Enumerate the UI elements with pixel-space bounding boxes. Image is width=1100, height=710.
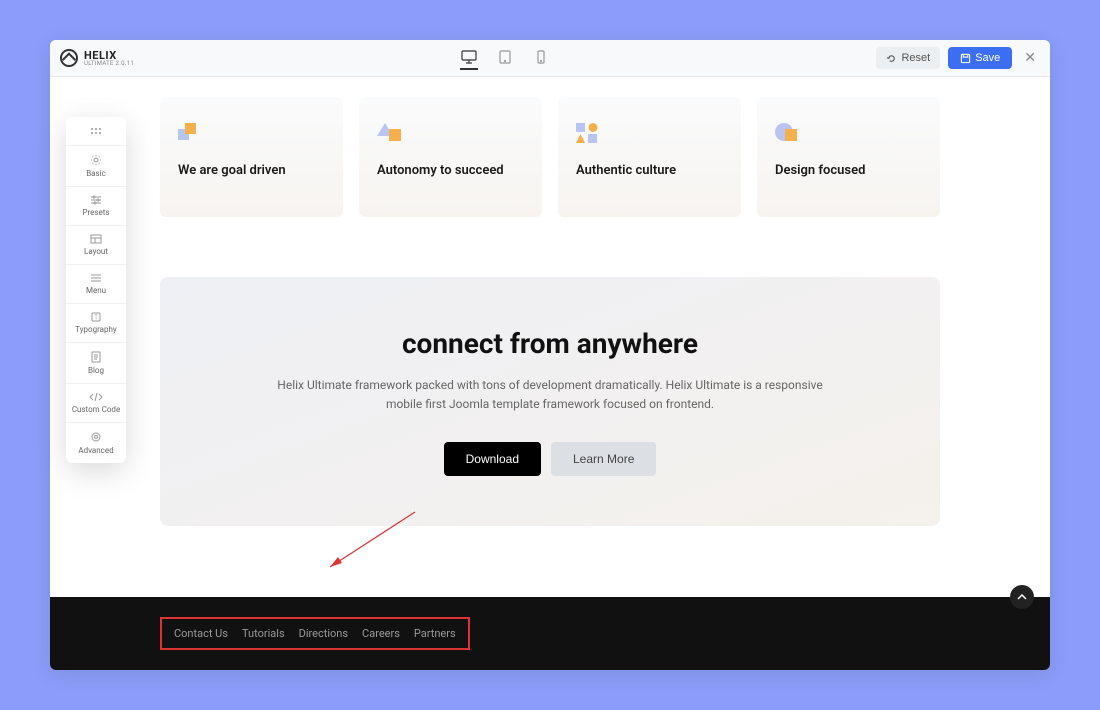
code-icon: [89, 392, 103, 402]
sidebar-item-custom-code[interactable]: Custom Code: [66, 384, 126, 423]
sidebar-item-basic[interactable]: Basic: [66, 146, 126, 187]
action-buttons: Reset Save ✕: [876, 47, 1040, 69]
sidebar: Basic Presets Layout Menu: [66, 117, 126, 463]
footer-links: Contact Us Tutorials Directions Careers …: [160, 617, 470, 650]
logo: HELIX ULTIMATE 2.0.11: [60, 49, 134, 67]
topbar: HELIX ULTIMATE 2.0.11 Reset Save: [50, 40, 1050, 77]
sidebar-item-drag[interactable]: [66, 117, 126, 146]
sidebar-item-advanced[interactable]: Advanced: [66, 423, 126, 463]
scroll-top-button[interactable]: [1010, 585, 1034, 609]
sidebar-label: Layout: [84, 247, 108, 256]
typography-icon: T: [90, 312, 102, 322]
sidebar-label: Presets: [82, 208, 109, 217]
sidebar-item-blog[interactable]: Blog: [66, 343, 126, 384]
advanced-icon: [90, 431, 102, 443]
tablet-icon: [499, 50, 511, 64]
close-button[interactable]: ✕: [1020, 50, 1040, 66]
sidebar-item-typography[interactable]: T Typography: [66, 304, 126, 343]
cta-description: Helix Ultimate framework packed with ton…: [270, 376, 830, 414]
download-button[interactable]: Download: [444, 442, 541, 476]
feature-card: Design focused: [757, 97, 940, 217]
sidebar-label: Advanced: [78, 446, 113, 455]
card-title: Authentic culture: [576, 163, 723, 178]
sidebar-label: Basic: [86, 169, 106, 178]
viewport-tablet[interactable]: [496, 46, 514, 70]
card-shapes-icon: [576, 123, 723, 143]
document-icon: [91, 351, 101, 363]
card-shapes-icon: [377, 123, 524, 143]
sidebar-item-menu[interactable]: Menu: [66, 265, 126, 304]
card-shapes-icon: [178, 123, 325, 143]
sidebar-label: Custom Code: [72, 405, 120, 414]
app-window: HELIX ULTIMATE 2.0.11 Reset Save: [50, 40, 1050, 670]
layout-icon: [90, 234, 102, 244]
feature-card: We are goal driven: [160, 97, 343, 217]
footer-link-partners[interactable]: Partners: [414, 627, 456, 640]
logo-subtitle: ULTIMATE 2.0.11: [84, 61, 134, 67]
card-shapes-icon: [775, 123, 922, 143]
sliders-icon: [90, 195, 102, 205]
card-title: Design focused: [775, 163, 922, 178]
save-icon: [960, 53, 971, 64]
card-title: Autonomy to succeed: [377, 163, 524, 178]
svg-text:T: T: [94, 314, 98, 321]
sidebar-label: Typography: [75, 325, 116, 334]
footer-link-tutorials[interactable]: Tutorials: [242, 627, 285, 640]
footer-link-contact[interactable]: Contact Us: [174, 627, 228, 640]
feature-cards: We are goal driven Autonomy to succeed A…: [160, 97, 940, 217]
viewport-desktop[interactable]: [460, 46, 478, 70]
sidebar-label: Menu: [86, 286, 106, 295]
chevron-up-icon: [1017, 594, 1027, 600]
card-title: We are goal driven: [178, 163, 325, 178]
cta-section: connect from anywhere Helix Ultimate fra…: [160, 277, 940, 526]
learn-more-button[interactable]: Learn More: [551, 442, 656, 476]
desktop-icon: [461, 50, 477, 64]
mobile-icon: [537, 50, 545, 64]
feature-card: Authentic culture: [558, 97, 741, 217]
feature-card: Autonomy to succeed: [359, 97, 542, 217]
content-area: Basic Presets Layout Menu: [50, 77, 1050, 597]
viewport-mobile[interactable]: [532, 46, 550, 70]
drag-icon: [90, 127, 102, 135]
menu-icon: [90, 273, 102, 283]
undo-icon: [886, 53, 897, 64]
footer: Contact Us Tutorials Directions Careers …: [50, 597, 1050, 670]
logo-title: HELIX: [84, 50, 134, 61]
main-body: We are goal driven Autonomy to succeed A…: [50, 77, 1050, 526]
sidebar-item-layout[interactable]: Layout: [66, 226, 126, 265]
footer-link-directions[interactable]: Directions: [299, 627, 348, 640]
reset-button[interactable]: Reset: [876, 47, 940, 69]
logo-icon: [60, 49, 78, 67]
cta-title: connect from anywhere: [200, 327, 900, 360]
sidebar-label: Blog: [88, 366, 104, 375]
cta-buttons: Download Learn More: [200, 442, 900, 476]
sidebar-item-presets[interactable]: Presets: [66, 187, 126, 226]
viewport-tabs: [460, 46, 550, 70]
save-button[interactable]: Save: [948, 47, 1012, 69]
footer-link-careers[interactable]: Careers: [362, 627, 400, 640]
gear-icon: [90, 154, 102, 166]
